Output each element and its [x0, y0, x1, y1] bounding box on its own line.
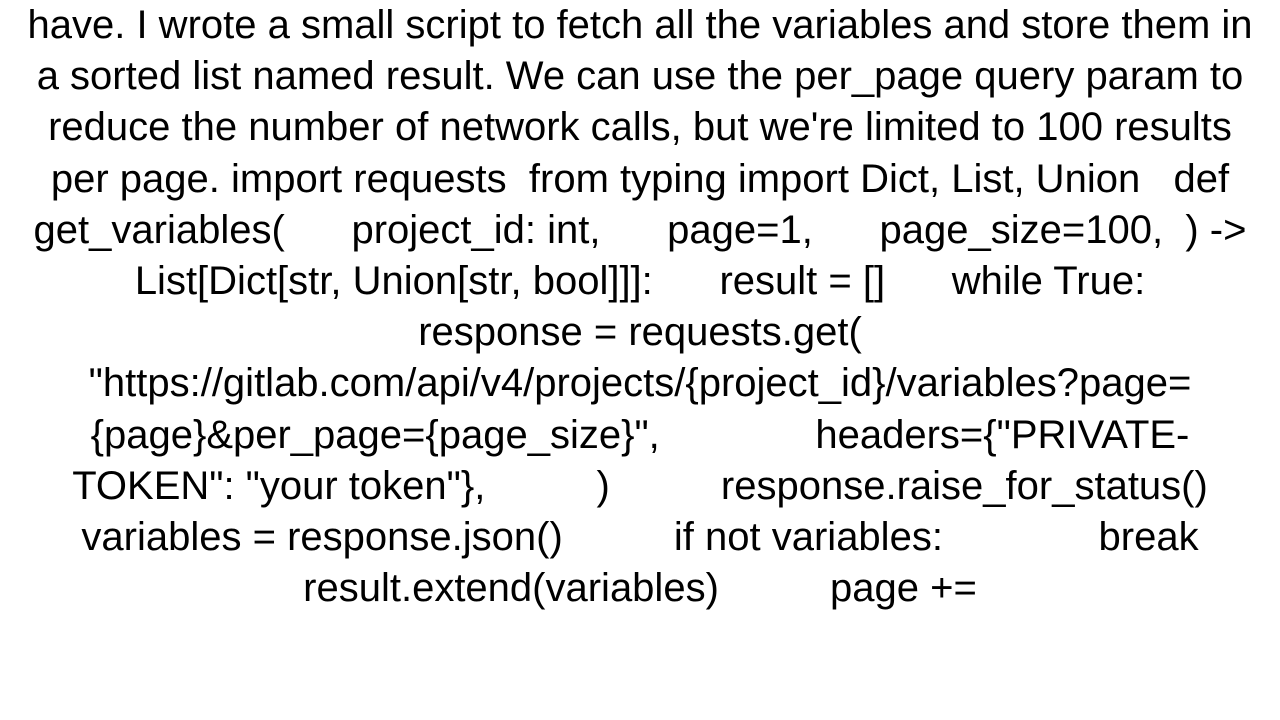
document-text: have. I wrote a small script to fetch al… — [0, 0, 1280, 614]
